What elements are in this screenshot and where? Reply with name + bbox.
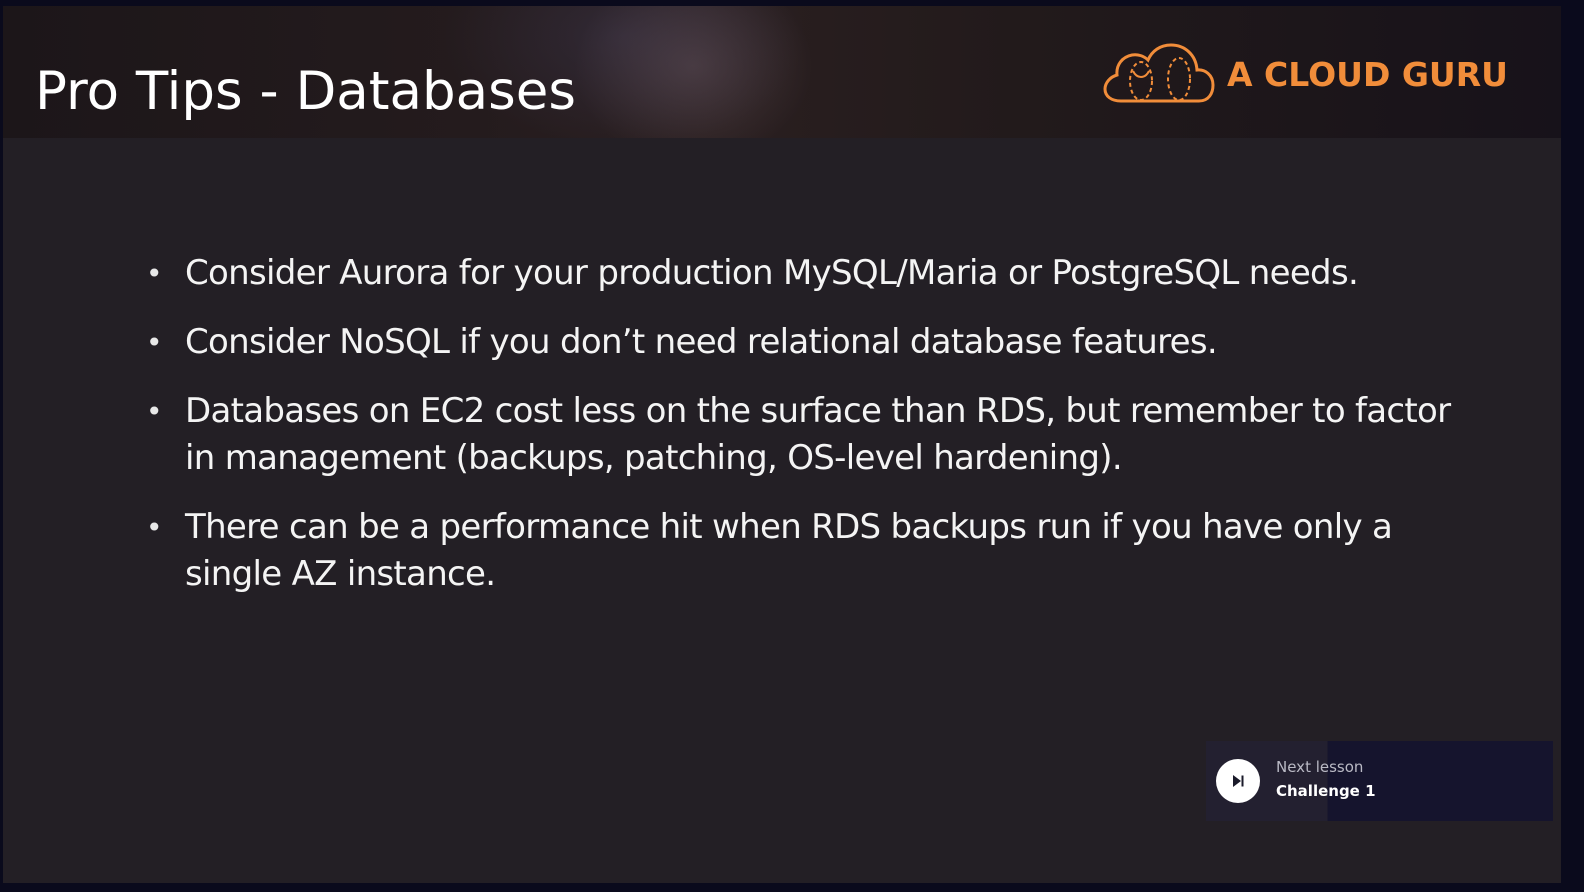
next-lesson-button[interactable] bbox=[1216, 759, 1260, 803]
list-item: • Consider NoSQL if you don’t need relat… bbox=[143, 319, 1483, 366]
page-title: Pro Tips - Databases bbox=[35, 61, 576, 122]
slide-header: Pro Tips - Databases A CLOUD GURU bbox=[3, 6, 1561, 138]
next-lesson-card[interactable]: Next lesson Challenge 1 bbox=[1206, 741, 1553, 821]
bullet-icon: • bbox=[146, 511, 163, 544]
bullet-icon: • bbox=[146, 257, 163, 290]
bullet-icon: • bbox=[146, 395, 163, 428]
brand-name: A CLOUD GURU bbox=[1227, 54, 1508, 94]
bullet-text: Databases on EC2 cost less on the surfac… bbox=[185, 391, 1451, 478]
list-item: • Consider Aurora for your production My… bbox=[143, 250, 1483, 297]
cloud-icon bbox=[1103, 41, 1215, 107]
bullet-icon: • bbox=[146, 326, 163, 359]
play-next-icon bbox=[1233, 775, 1244, 787]
video-frame: Pro Tips - Databases A CLOUD GURU • Cons… bbox=[3, 6, 1561, 883]
brand-logo: A CLOUD GURU bbox=[1103, 40, 1508, 108]
bullet-text: There can be a performance hit when RDS … bbox=[185, 507, 1393, 594]
bullet-text: Consider NoSQL if you don’t need relatio… bbox=[185, 322, 1218, 362]
bullet-text: Consider Aurora for your production MySQ… bbox=[185, 253, 1359, 293]
tips-list: • Consider Aurora for your production My… bbox=[143, 250, 1483, 620]
next-lesson-label: Next lesson bbox=[1276, 758, 1364, 776]
list-item: • There can be a performance hit when RD… bbox=[143, 504, 1483, 598]
list-item: • Databases on EC2 cost less on the surf… bbox=[143, 388, 1483, 482]
next-lesson-title[interactable]: Challenge 1 bbox=[1276, 782, 1376, 800]
